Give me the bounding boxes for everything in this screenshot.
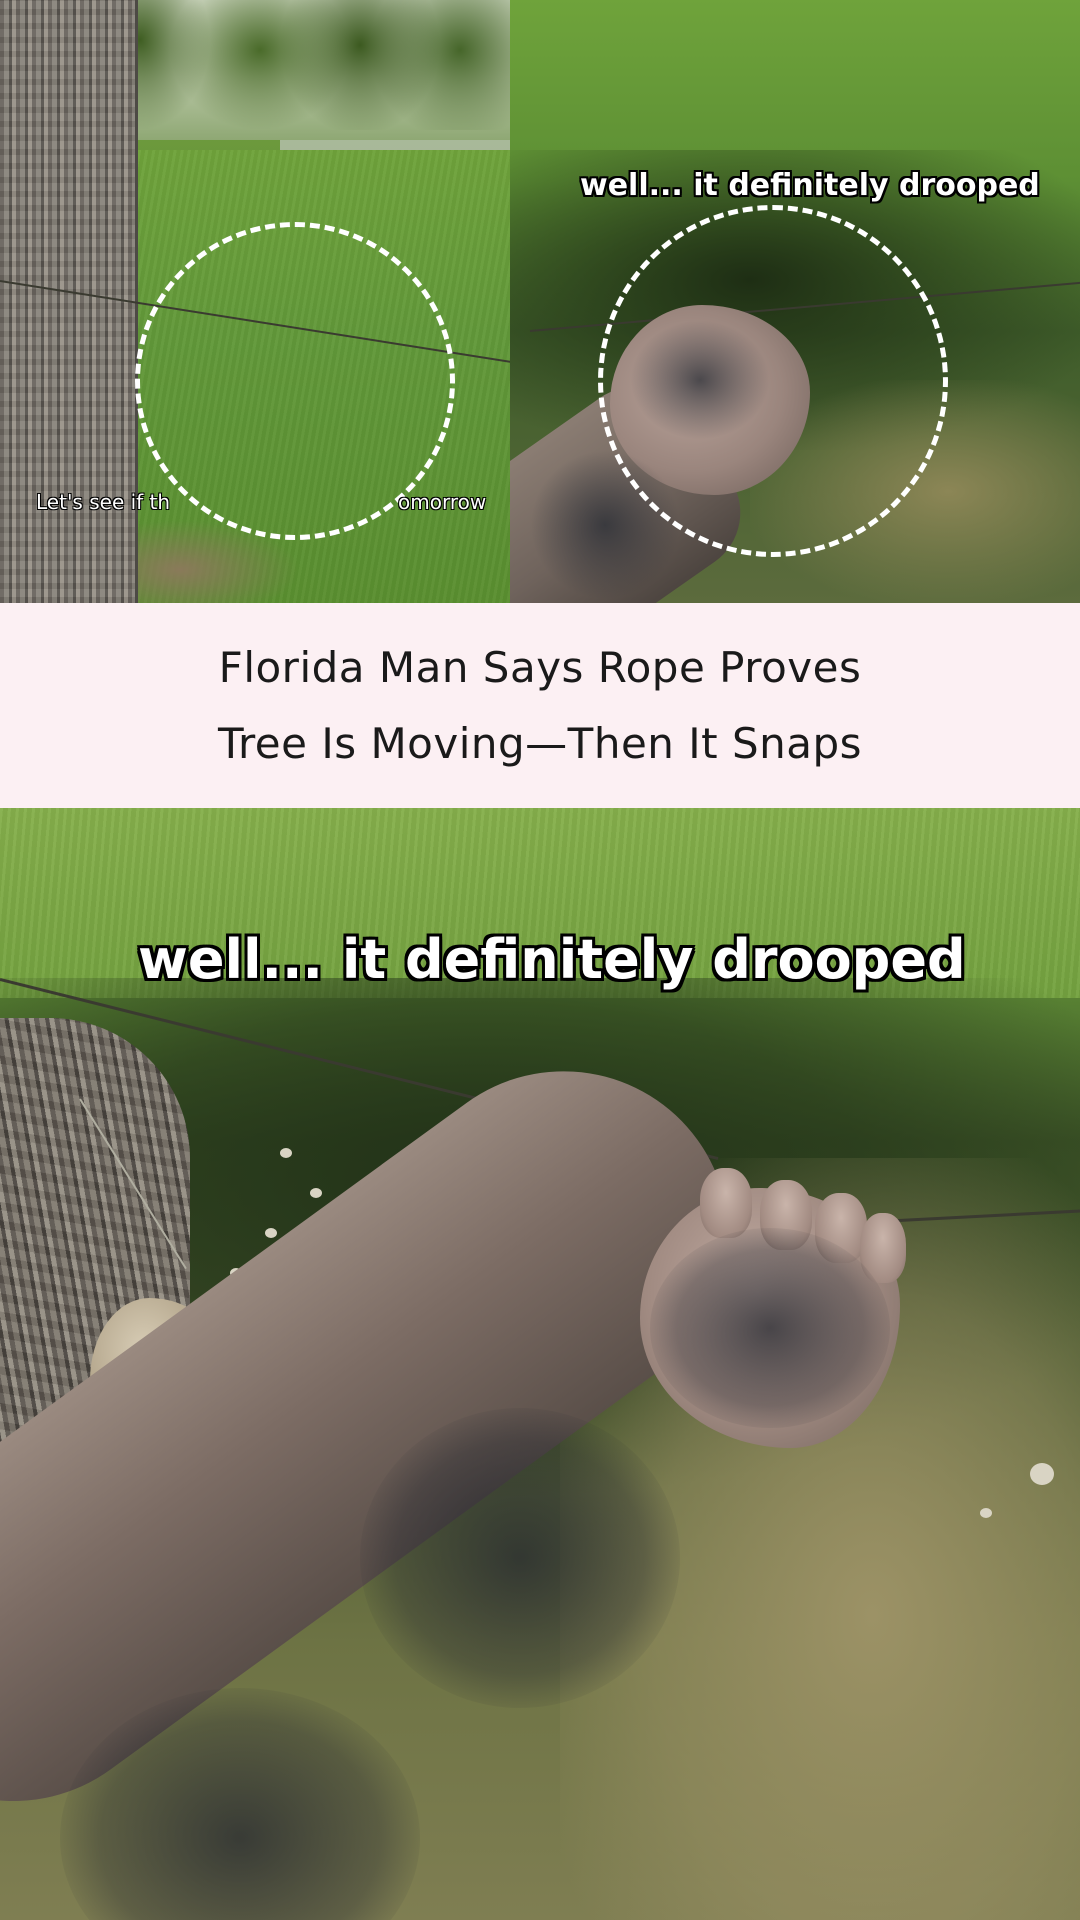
highlight-circle <box>598 205 948 557</box>
bottom-caption: well... it definitely drooped <box>138 928 966 991</box>
photo-panel-right: well... it definitely drooped <box>510 0 1080 603</box>
arm-tattoo <box>360 1408 680 1708</box>
caption-left-end: omorrow <box>398 490 487 514</box>
finger <box>700 1168 752 1238</box>
pebble <box>310 1188 322 1198</box>
pebble <box>980 1508 992 1518</box>
meme-page: Let's see if th omorrow well... it defin… <box>0 0 1080 1920</box>
headline-band: Florida Man Says Rope Proves Tree Is Mov… <box>0 603 1080 808</box>
caption-right-panel: well... it definitely drooped <box>580 168 1040 203</box>
photo-panel-left: Let's see if th omorrow <box>0 0 510 603</box>
pebble <box>1030 1463 1054 1485</box>
caption-left-start: Let's see if th <box>36 490 171 514</box>
pebble <box>280 1148 292 1158</box>
bottom-photo: well... it definitely drooped <box>0 808 1080 1920</box>
pebble <box>265 1228 277 1238</box>
hand-tattoo <box>650 1228 890 1428</box>
top-collage: Let's see if th omorrow well... it defin… <box>0 0 1080 603</box>
headline-line-1: Florida Man Says Rope Proves <box>218 642 862 692</box>
headline-line-2: Tree Is Moving—Then It Snaps <box>217 718 863 768</box>
